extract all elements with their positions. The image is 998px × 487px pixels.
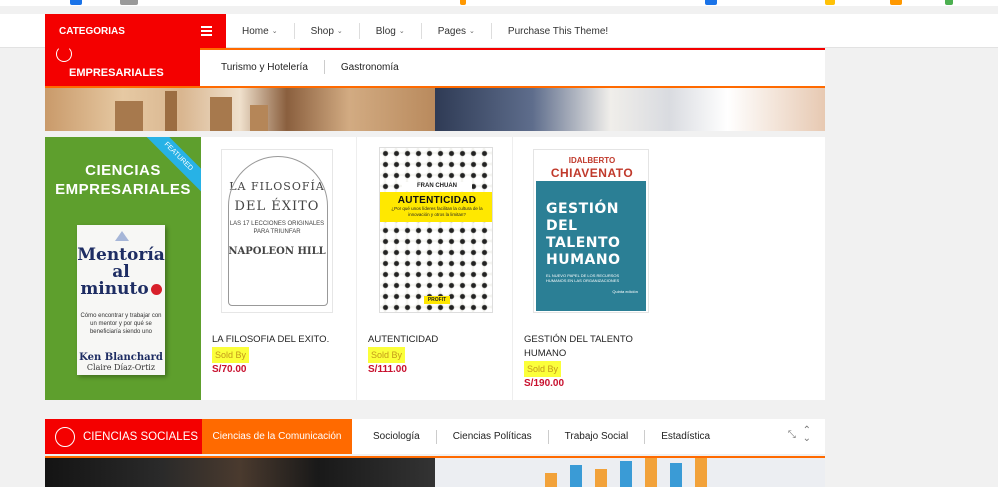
banner-chart-image <box>435 456 825 487</box>
loading-icon[interactable]: ⤡ <box>788 430 796 441</box>
product-title[interactable]: LA FILOSOFIA DEL EXITO. <box>212 333 342 347</box>
section-empresariales-header: EMPRESARIALES Turismo y Hotelería Gastro… <box>45 46 825 86</box>
menu-item-pages[interactable]: Pages ⌄ <box>422 23 492 39</box>
section-banner[interactable] <box>45 86 825 131</box>
tab-gastronomia[interactable]: Gastronomía <box>325 60 415 74</box>
chevron-down-icon: ⌄ <box>336 28 343 35</box>
categories-label: CATEGORIAS <box>59 25 125 37</box>
product-title[interactable]: AUTENTICIDAD <box>368 333 498 347</box>
tab-sociologia[interactable]: Sociología <box>357 429 437 444</box>
product-info: LA FILOSOFIA DEL EXITO. Sold By S/70.00 <box>212 333 342 377</box>
top-menu: Home ⌄ Shop ⌄ Blog ⌄ Pages ⌄ Purchase This T… <box>226 14 624 48</box>
tab-turismo[interactable]: Turismo y Hotelería <box>205 60 325 74</box>
featured-book-cover: Mentoría al minuto Cómo encontrar y traba… <box>77 225 165 375</box>
product-image[interactable]: FRAN CHUAN AUTENTICIDAD ¿Por qué unos lí… <box>379 147 493 313</box>
hamburger-menu-icon[interactable] <box>201 26 212 38</box>
product-info: GESTIÓN DEL TALENTO HUMANO Sold By S/190… <box>524 333 654 391</box>
carousel-controls: ⤡ ⌃ ⌄ <box>788 426 811 444</box>
banner-city-image <box>45 86 435 131</box>
product-card[interactable]: FRAN CHUAN AUTENTICIDAD ¿Por qué unos lí… <box>357 137 513 400</box>
banner-phone-image <box>45 456 435 487</box>
menu-item-home[interactable]: Home ⌄ <box>226 23 295 39</box>
section-subtabs: Sociología Ciencias Políticas Trabajo So… <box>357 419 726 454</box>
product-price: S/70.00 <box>212 364 247 375</box>
tab-estadistica[interactable]: Estadística <box>645 430 726 444</box>
tab-ciencias-politicas[interactable]: Ciencias Políticas <box>437 429 549 444</box>
product-grid: CIENCIAS EMPRESARIALES FEATURED Mentoría… <box>45 137 825 400</box>
sold-by-label: Sold By <box>212 347 250 363</box>
chevron-down-icon: ⌄ <box>398 28 405 35</box>
product-card[interactable]: IDALBERTO CHIAVENATO GESTIÓN DEL TALENTO H… <box>513 137 669 400</box>
product-price: S/190.00 <box>524 378 565 389</box>
mountain-icon <box>115 231 129 241</box>
product-card[interactable]: LA FILOSOFÍA DEL ÉXITO LAS 17 LECCIONES … <box>201 137 357 400</box>
chevron-down-icon: ⌄ <box>469 28 475 35</box>
banner-business-image <box>435 86 825 131</box>
featured-category-card[interactable]: CIENCIAS EMPRESARIALES FEATURED Mentoría… <box>45 137 201 400</box>
section-banner[interactable] <box>45 456 825 487</box>
section-subtabs: Turismo y Hotelería Gastronomía <box>205 48 415 86</box>
circle-icon <box>56 46 72 62</box>
clock-icon <box>150 284 162 295</box>
sold-by-label: Sold By <box>368 347 406 363</box>
browser-bookmarks-strip <box>0 0 998 6</box>
menu-item-shop[interactable]: Shop ⌄ <box>295 23 360 39</box>
tab-trabajo-social[interactable]: Trabajo Social <box>549 429 646 444</box>
section-title[interactable]: EMPRESARIALES <box>45 46 200 86</box>
menu-item-purchase[interactable]: Purchase This Theme! <box>492 23 624 39</box>
main-navigation: CATEGORIAS Home ⌄ Shop ⌄ Blog ⌄ Pages ⌄ Purc… <box>0 14 998 48</box>
scroll-arrows-icon[interactable]: ⌃ ⌄ <box>803 426 811 444</box>
circle-icon <box>55 426 75 447</box>
product-price: S/111.00 <box>368 364 407 375</box>
product-image[interactable]: IDALBERTO CHIAVENATO GESTIÓN DEL TALENTO H… <box>533 149 649 313</box>
chevron-down-icon: ⌄ <box>271 28 278 35</box>
section-ciencias-sociales-header: CIENCIAS SOCIALES Ciencias de la Comunic… <box>45 419 825 454</box>
product-info: AUTENTICIDAD Sold By S/111.00 <box>368 333 498 377</box>
section-title[interactable]: CIENCIAS SOCIALES <box>45 419 202 454</box>
menu-item-blog[interactable]: Blog ⌄ <box>360 23 422 39</box>
product-title[interactable]: GESTIÓN DEL TALENTO HUMANO <box>524 333 654 361</box>
product-image[interactable]: LA FILOSOFÍA DEL ÉXITO LAS 17 LECCIONES … <box>221 149 333 313</box>
tab-ciencias-comunicacion[interactable]: Ciencias de la Comunicación <box>202 419 352 454</box>
categories-button[interactable]: CATEGORIAS <box>45 14 226 48</box>
sold-by-label: Sold By <box>524 361 562 377</box>
